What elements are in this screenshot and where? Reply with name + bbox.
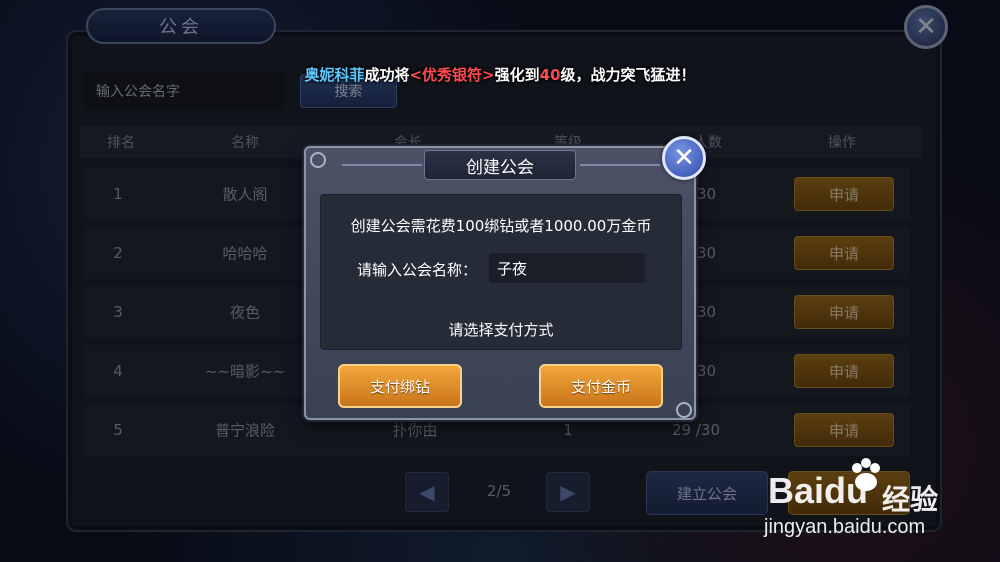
dialog-title: 创建公会 <box>424 150 576 180</box>
payment-hint: 请选择支付方式 <box>448 321 554 339</box>
corner-ornament <box>676 402 692 418</box>
broadcast-text-1: 成功将 <box>364 66 410 84</box>
guild-name-label: 请输入公会名称： <box>357 261 478 279</box>
broadcast-level: 40 <box>539 66 561 84</box>
corner-ornament <box>310 152 326 168</box>
watermark-cn: 经验 <box>882 483 939 516</box>
pay-bound-diamond-button[interactable]: 支付绑钻 <box>338 364 462 408</box>
paw-icon <box>852 458 880 491</box>
broadcast-text-2: 强化到 <box>494 66 540 84</box>
cost-description: 创建公会需花费100绑钻或者1000.00万金币 <box>350 217 652 235</box>
dialog-content: 创建公会需花费100绑钻或者1000.00万金币 请输入公会名称： 子夜 请选择… <box>320 194 682 350</box>
pay-gold-button[interactable]: 支付金币 <box>539 364 663 408</box>
broadcast-text-3: 级，战力突飞猛进！ <box>560 66 696 84</box>
dialog-close-button[interactable]: ✕ <box>662 136 706 180</box>
broadcast-message: 奥妮科菲成功将<优秀银符>强化到40级，战力突飞猛进！ <box>0 64 1000 85</box>
broadcast-item-name: <优秀银符> <box>409 66 495 84</box>
create-guild-dialog: 创建公会 创建公会需花费100绑钻或者1000.00万金币 请输入公会名称： 子… <box>304 146 696 420</box>
guild-name-input[interactable]: 子夜 <box>489 253 645 283</box>
title-ornament <box>342 164 422 166</box>
broadcast-player-name: 奥妮科菲 <box>304 66 365 84</box>
watermark-url: jingyan.baidu.com <box>764 516 926 538</box>
title-ornament <box>580 164 660 166</box>
baidu-jingyan-watermark: Baidu 经验 jingyan.baidu.com <box>760 456 950 546</box>
close-icon: ✕ <box>673 143 695 173</box>
